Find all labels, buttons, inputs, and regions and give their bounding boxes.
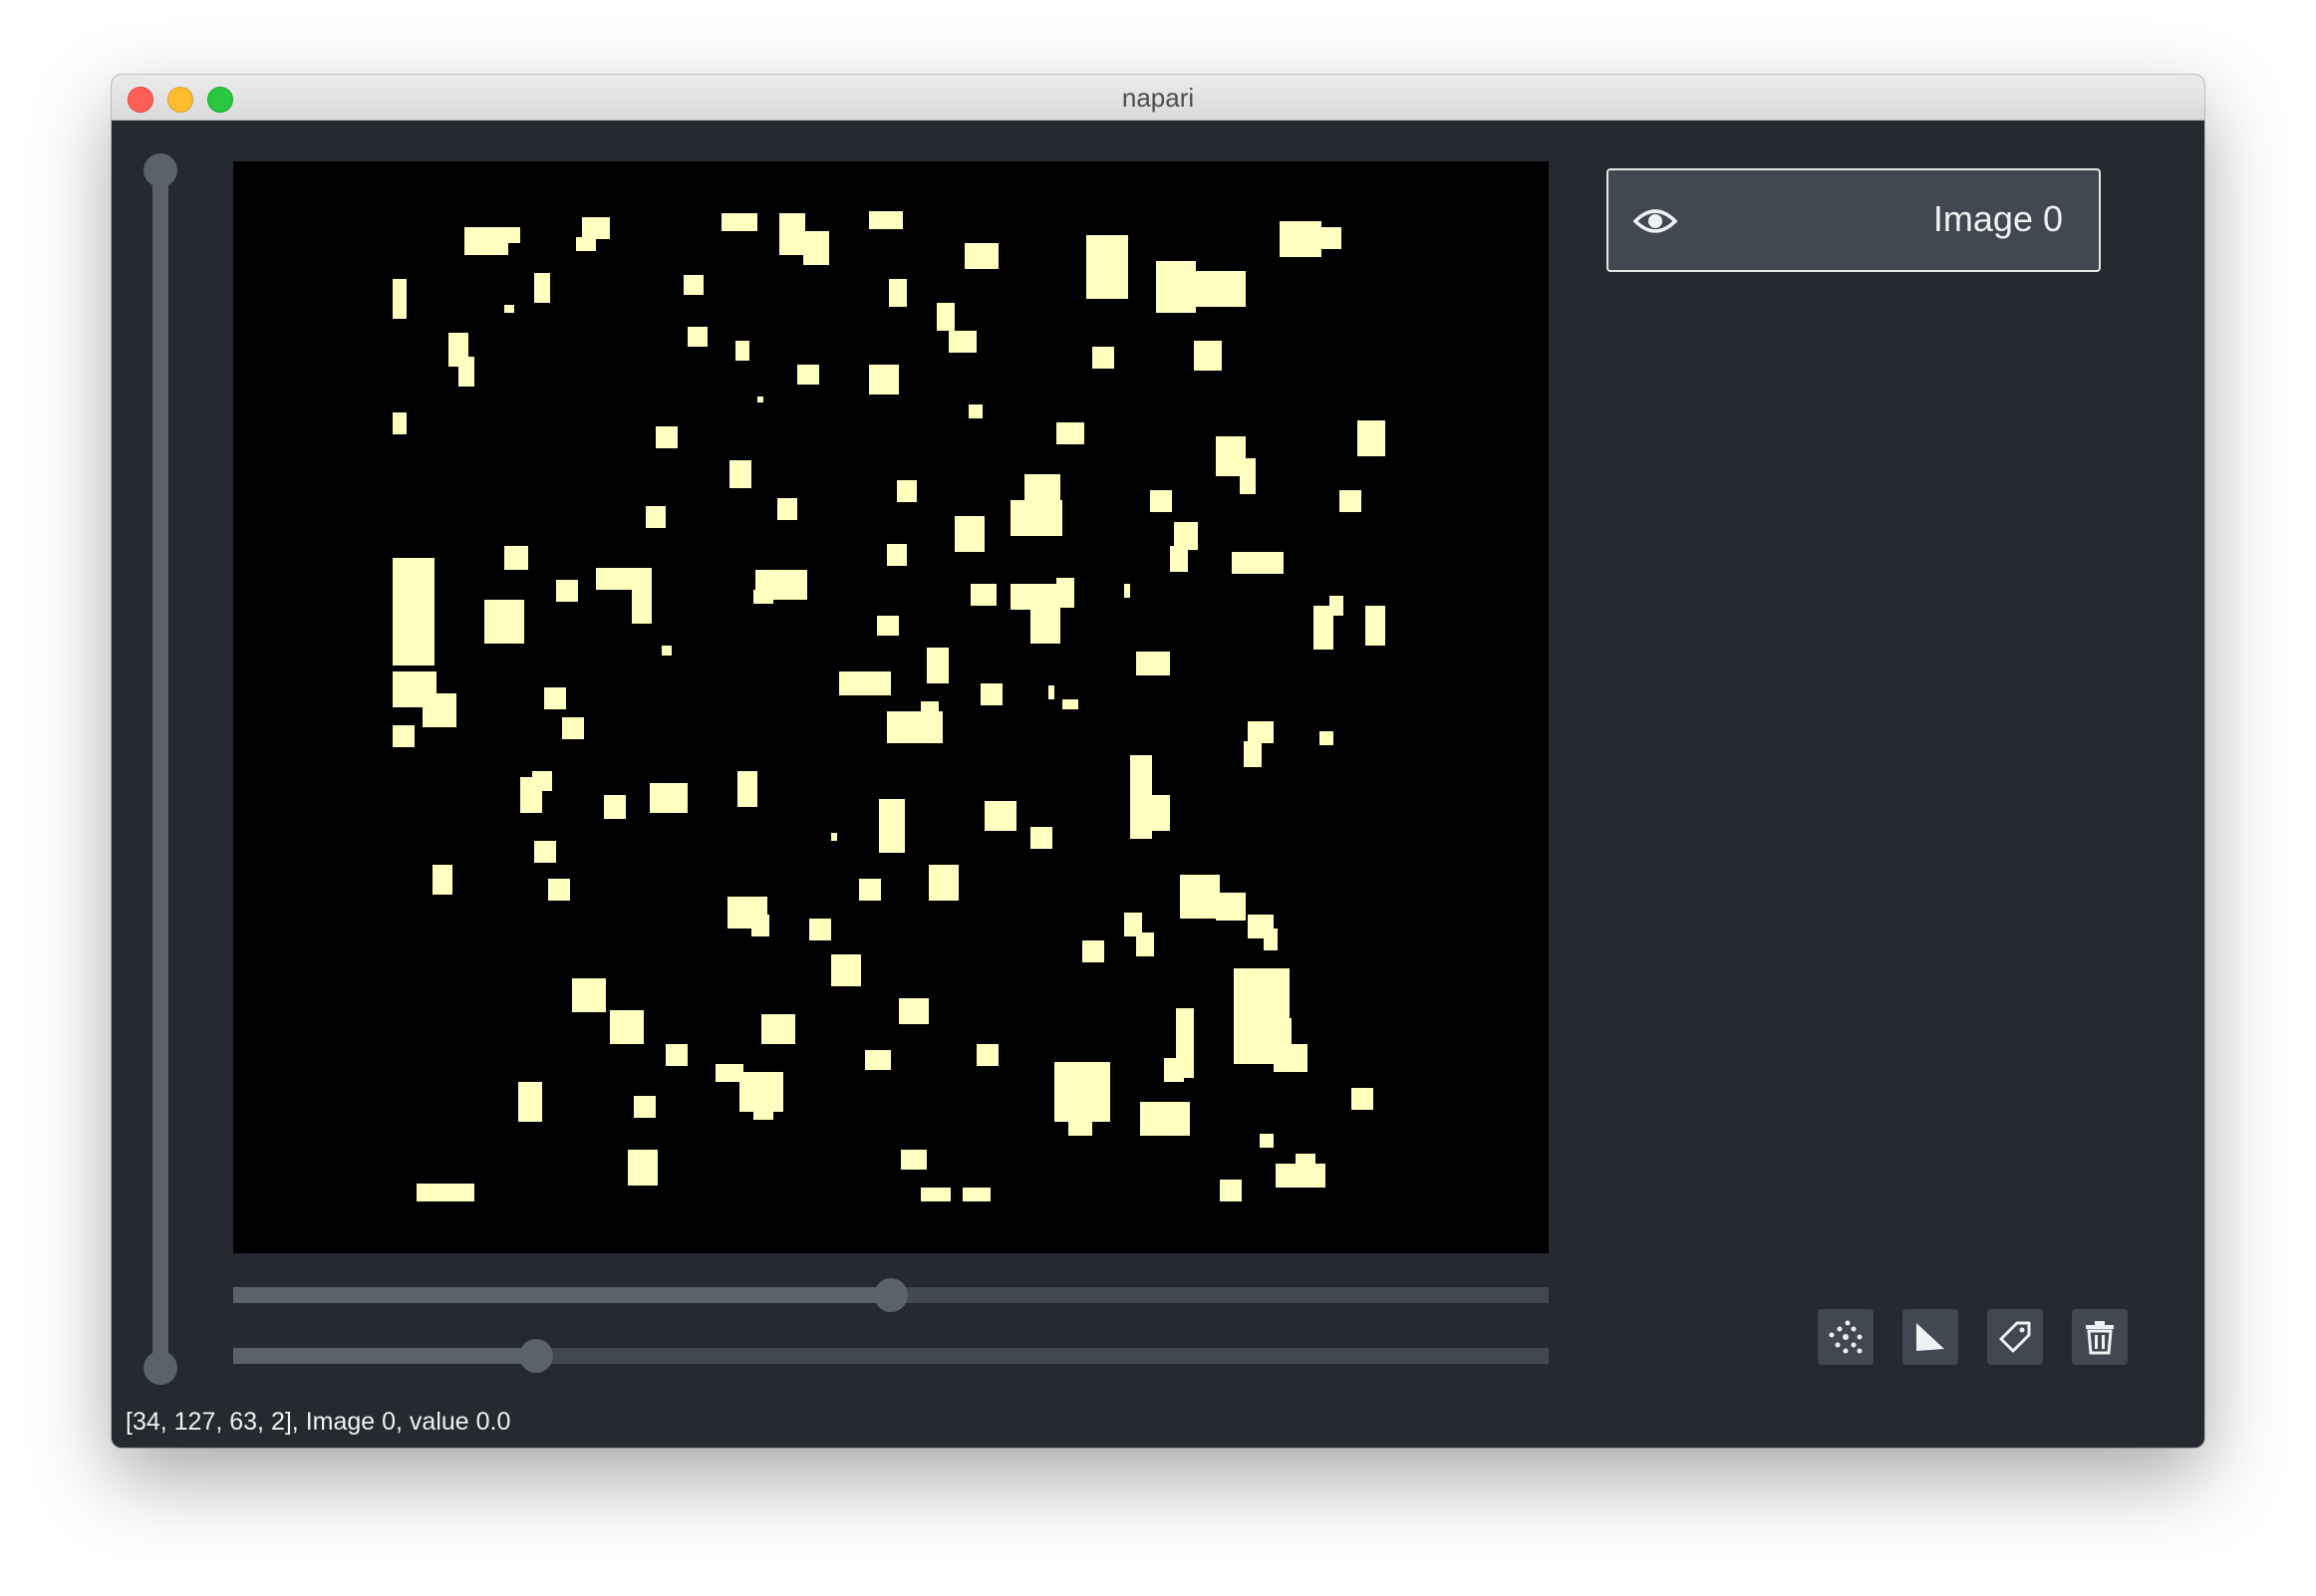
eye-icon[interactable] bbox=[1632, 203, 1678, 239]
napari-window: napari Image 0 [34, 127, 63, 2], Image 0… bbox=[112, 75, 2204, 1448]
shapes-icon bbox=[1916, 1323, 1944, 1351]
dims-slider-1-fill bbox=[233, 1287, 891, 1303]
new-points-button[interactable] bbox=[1818, 1309, 1874, 1365]
delete-layer-button[interactable] bbox=[2072, 1309, 2128, 1365]
image-canvas[interactable] bbox=[233, 161, 1549, 1253]
segmentation-blobs bbox=[393, 211, 1385, 1201]
dims-slider-1[interactable] bbox=[233, 1278, 1549, 1312]
title-bar: napari bbox=[112, 75, 2204, 121]
status-bar: [34, 127, 63, 2], Image 0, value 0.0 bbox=[126, 1408, 511, 1436]
new-shapes-button[interactable] bbox=[1902, 1309, 1958, 1365]
window-title: napari bbox=[1121, 83, 1195, 113]
dims-slider-2-fill bbox=[233, 1348, 536, 1364]
vertical-slider-top-handle[interactable] bbox=[144, 153, 177, 187]
viewer-content: Image 0 [34, 127, 63, 2], Image 0, value… bbox=[112, 121, 2204, 1448]
points-icon bbox=[1829, 1320, 1863, 1354]
dims-slider-1-handle[interactable] bbox=[874, 1278, 908, 1312]
layer-name: Image 0 bbox=[1932, 198, 2063, 239]
vertical-slider-bottom-handle[interactable] bbox=[144, 1351, 177, 1385]
vertical-dims-slider[interactable] bbox=[152, 166, 168, 1378]
dims-slider-2-handle[interactable] bbox=[519, 1339, 553, 1373]
layer-item-image-0[interactable]: Image 0 bbox=[1606, 168, 2101, 272]
trash-icon bbox=[2086, 1321, 2114, 1355]
dims-slider-2[interactable] bbox=[233, 1339, 1549, 1373]
labels-icon bbox=[1999, 1321, 2031, 1353]
image-layer-render bbox=[393, 211, 1385, 1201]
new-labels-button[interactable] bbox=[1987, 1309, 2043, 1365]
